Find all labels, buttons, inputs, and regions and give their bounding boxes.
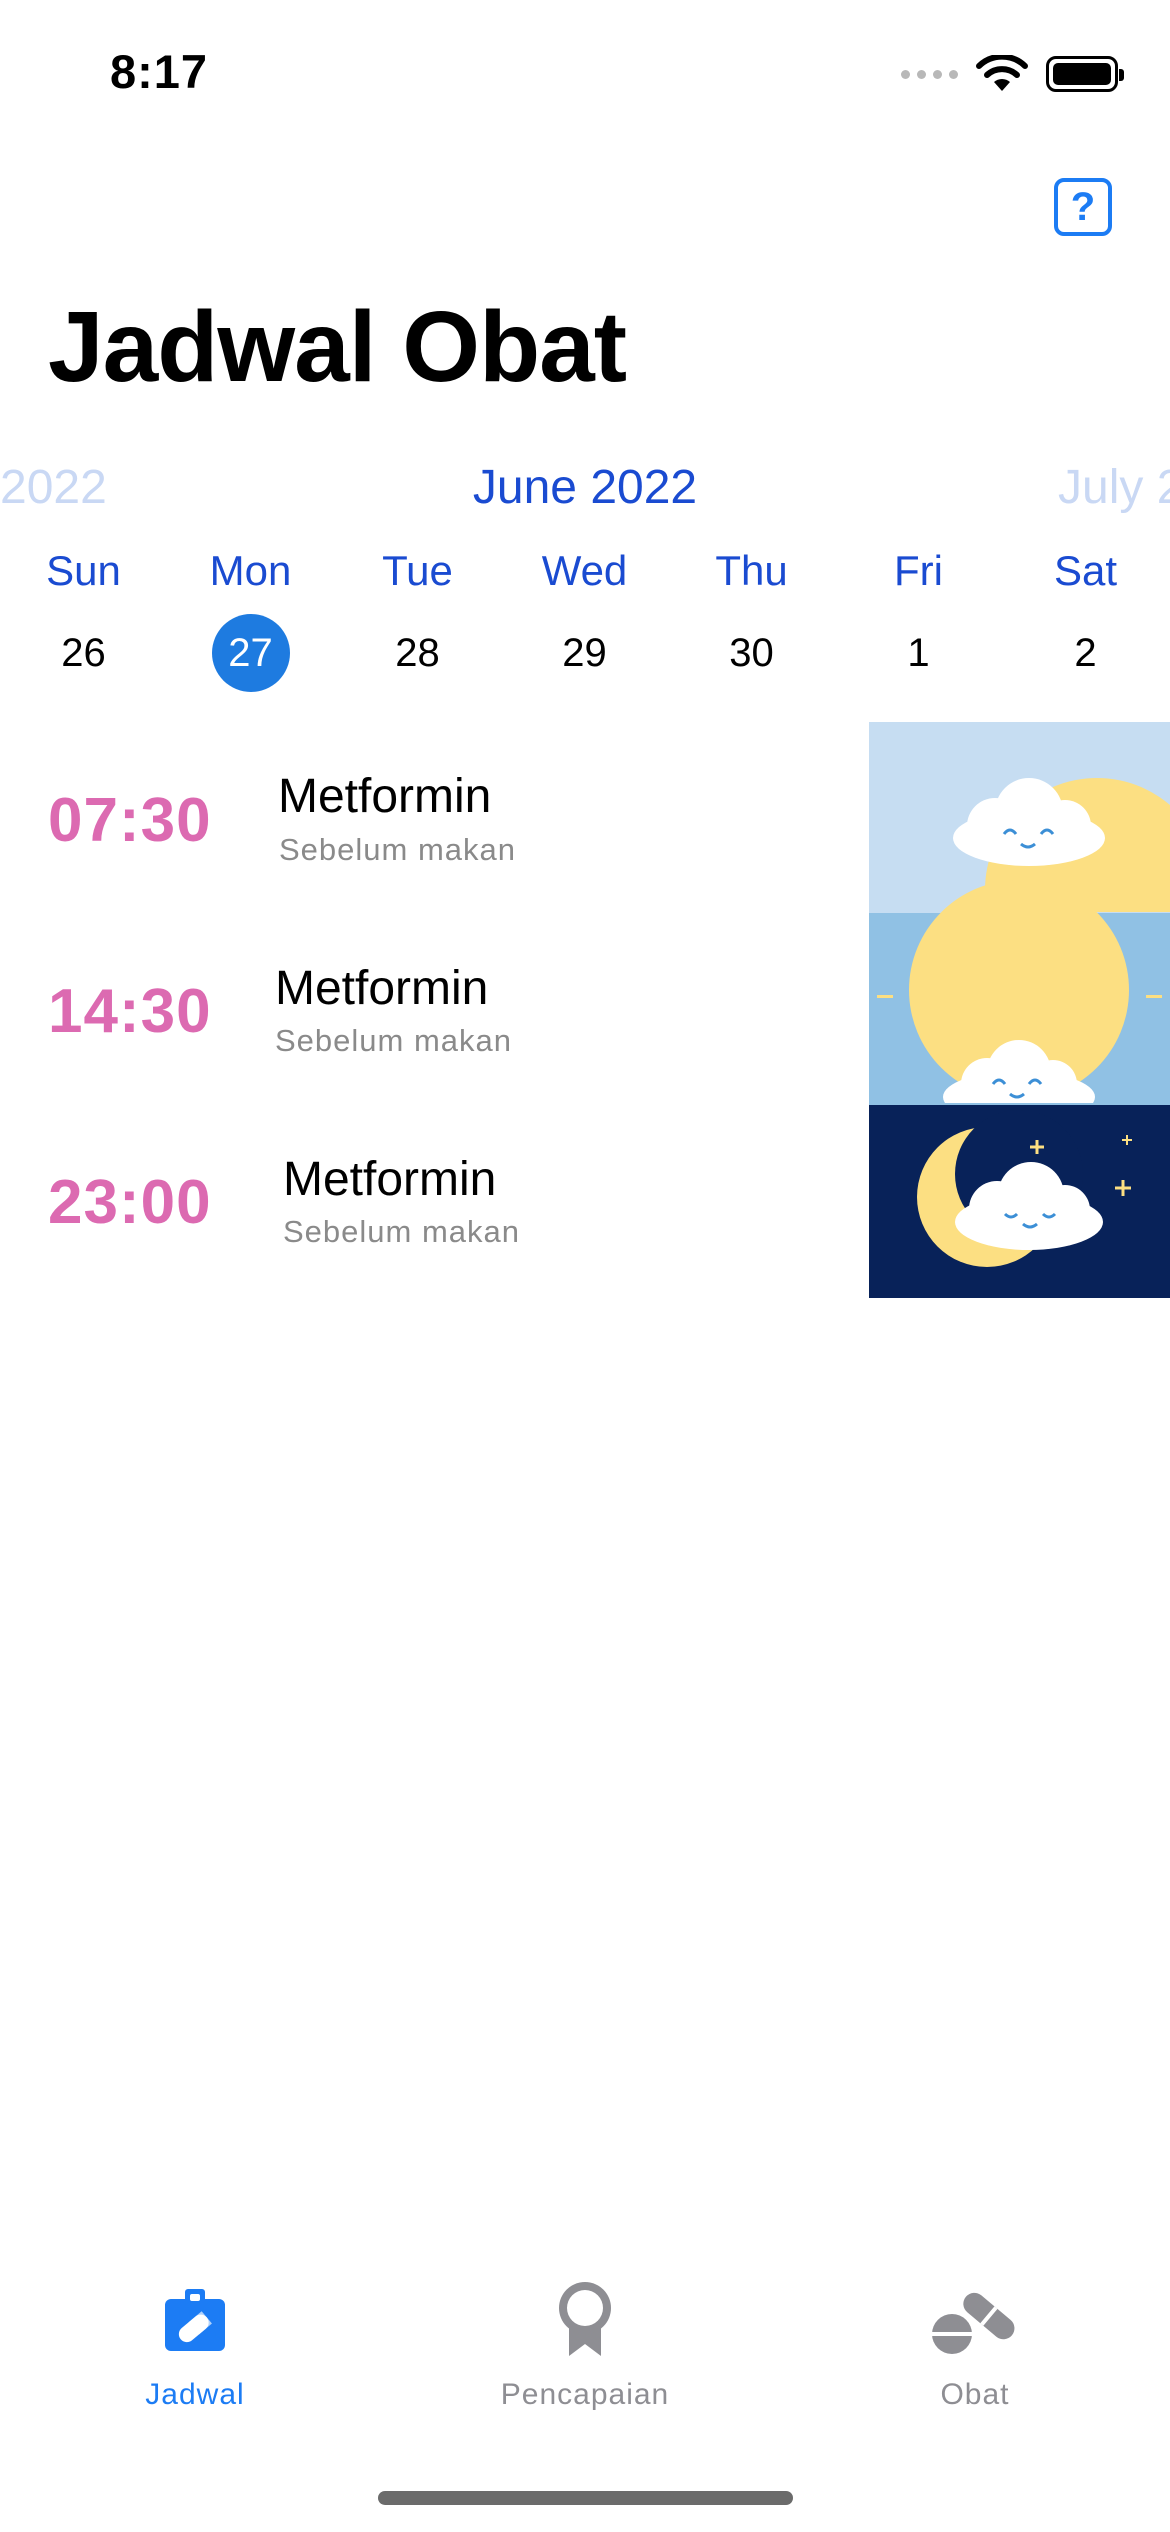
day-mon[interactable]: Mon 27	[167, 540, 334, 692]
tab-obat[interactable]: Obat	[780, 2270, 1170, 2412]
day-number: 2	[1074, 631, 1097, 675]
ribbon-award-icon	[559, 2282, 611, 2356]
help-button[interactable]: ?	[1054, 178, 1112, 236]
page-title: Jadwal Obat	[48, 291, 627, 403]
cellular-signal-icon	[901, 69, 958, 79]
dose-time: 23:00	[48, 1168, 212, 1237]
medicine-name: Metformin	[283, 1153, 497, 1206]
day-fri[interactable]: Fri 1	[835, 540, 1002, 692]
pills-icon	[932, 2292, 1015, 2354]
current-month-label: June 2022	[472, 461, 698, 514]
tab-bar: Jadwal Pencapaian Obat	[0, 2270, 1170, 2450]
dose-note: Sebelum makan	[275, 1023, 513, 1058]
day-name: Thu	[715, 547, 788, 594]
tab-label: Jadwal	[145, 2378, 245, 2411]
tab-jadwal[interactable]: Jadwal	[0, 2270, 390, 2412]
week-strip: Sun 26 Mon 27 Tue 28 Wed 29 Thu 30 Fri 1…	[0, 540, 1170, 700]
tab-pencapaian[interactable]: Pencapaian	[390, 2270, 780, 2412]
dose-note: Sebelum makan	[279, 832, 517, 867]
day-wed[interactable]: Wed 29	[501, 540, 668, 692]
status-time: 8:17	[110, 45, 209, 98]
schedule-item-morning[interactable]: 07:30 Metformin Sebelum makan	[0, 722, 870, 913]
medicine-name: Metformin	[275, 962, 489, 1015]
tab-label: Obat	[940, 2378, 1010, 2411]
time-of-day-illustration	[869, 722, 1170, 1298]
day-number: 29	[562, 631, 607, 675]
day-sat[interactable]: Sat 2	[1002, 540, 1169, 692]
selected-day-number: 27	[211, 614, 290, 692]
question-mark-icon: ?	[1070, 184, 1096, 229]
day-number: 30	[729, 631, 774, 675]
medicine-name: Metformin	[278, 770, 492, 823]
next-month-label[interactable]: July 2	[1058, 460, 1170, 515]
day-sun[interactable]: Sun 26	[0, 540, 167, 692]
day-name: Sun	[46, 547, 121, 594]
afternoon-sun-cloud-icon	[869, 880, 1170, 1123]
wifi-icon	[976, 55, 1028, 91]
dose-time: 14:30	[48, 977, 212, 1046]
day-name: Tue	[382, 547, 453, 594]
dose-note: Sebelum makan	[283, 1214, 521, 1249]
day-number: 26	[61, 631, 106, 675]
day-number: 1	[907, 631, 930, 675]
day-name: Fri	[894, 547, 943, 594]
status-icons	[901, 52, 1124, 96]
battery-icon	[1046, 56, 1124, 92]
schedule-item-afternoon[interactable]: 14:30 Metformin Sebelum makan	[0, 913, 870, 1104]
day-name: Mon	[209, 547, 292, 594]
day-number: 28	[395, 631, 440, 675]
day-thu[interactable]: Thu 30	[668, 540, 835, 692]
home-indicator[interactable]	[378, 2491, 793, 2505]
day-tue[interactable]: Tue 28	[334, 540, 501, 692]
dose-time: 07:30	[48, 786, 212, 855]
clipboard-pill-icon	[165, 2289, 225, 2351]
schedule-item-night[interactable]: 23:00 Metformin Sebelum makan	[0, 1104, 870, 1295]
tab-label: Pencapaian	[500, 2378, 670, 2411]
night-moon-cloud-icon	[869, 1105, 1170, 1298]
day-name: Sat	[1053, 547, 1118, 594]
day-name: Wed	[541, 547, 628, 594]
